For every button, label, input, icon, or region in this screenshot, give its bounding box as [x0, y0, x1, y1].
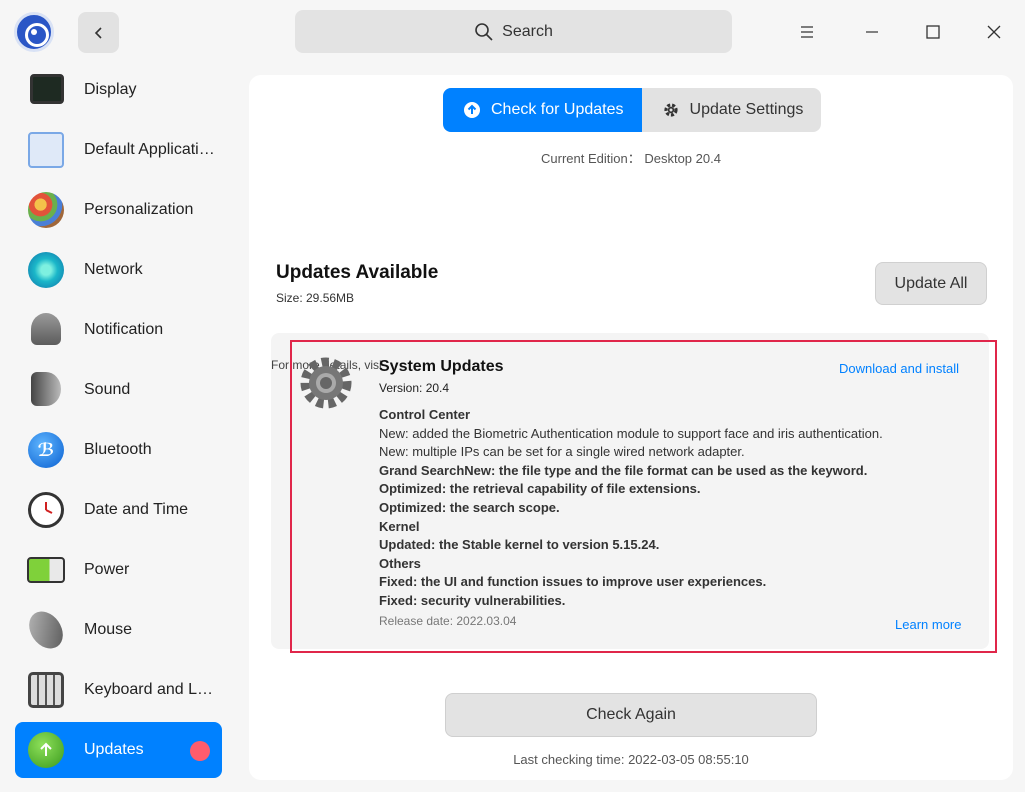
- sidebar-item-default-applications[interactable]: Default Applications: [15, 122, 222, 178]
- sidebar-item-sound[interactable]: Sound: [15, 362, 222, 418]
- tab-update-settings[interactable]: Update Settings: [642, 88, 822, 132]
- updates-size: Size: 29.56MB: [276, 291, 355, 305]
- menu-button[interactable]: [787, 12, 827, 52]
- sidebar-item-power[interactable]: Power: [15, 542, 222, 598]
- bell-icon: [31, 313, 61, 345]
- battery-icon: [27, 557, 65, 583]
- sidebar-item-updates[interactable]: Updates: [15, 722, 222, 778]
- sidebar-item-label: Notification: [84, 321, 164, 338]
- check-again-button[interactable]: Check Again: [445, 693, 817, 737]
- search-icon: [475, 22, 493, 41]
- current-edition: Current Edition： Desktop 20.4: [541, 151, 721, 166]
- bluetooth-icon: ℬ: [28, 432, 64, 468]
- app-logo-icon: [14, 12, 54, 52]
- sidebar-item-label: Date and Time: [84, 501, 189, 518]
- sidebar-item-label: Power: [84, 561, 130, 578]
- tab-label: Update Settings: [689, 101, 804, 118]
- sidebar-item-network[interactable]: Network: [15, 242, 222, 298]
- sidebar-item-label: Keyboard and Language: [84, 681, 219, 698]
- clock-icon: [28, 492, 64, 528]
- tab-check-for-updates[interactable]: Check for Updates: [443, 88, 642, 132]
- sidebar-item-label: Mouse: [84, 621, 133, 638]
- gear-icon: [663, 103, 678, 117]
- sidebar-item-label: Display: [84, 81, 137, 98]
- close-icon: [987, 25, 1001, 39]
- sidebar-item-label: Personalization: [84, 201, 194, 218]
- maximize-icon: [926, 25, 940, 39]
- tab-label: Check for Updates: [491, 101, 624, 118]
- sidebar-item-display[interactable]: Display: [15, 62, 222, 118]
- arrow-up-circle-icon: [464, 102, 480, 118]
- search-placeholder: Search: [502, 22, 553, 40]
- sidebar-item-label: Bluetooth: [84, 441, 152, 458]
- personalization-icon: [28, 192, 64, 228]
- notification-badge: [190, 741, 210, 761]
- sidebar-item-label: Network: [84, 261, 143, 278]
- sidebar-item-label: Default Applications: [84, 141, 219, 158]
- search-input[interactable]: Search: [295, 10, 732, 53]
- sidebar-item-notification[interactable]: Notification: [15, 302, 222, 358]
- minimize-button[interactable]: [852, 12, 892, 52]
- display-icon: [30, 74, 64, 104]
- sidebar-item-mouse[interactable]: Mouse: [15, 602, 222, 658]
- last-checking-time: Last checking time: 2022-03-05 08:55:10: [513, 752, 749, 767]
- network-icon: [28, 252, 64, 288]
- sidebar-item-label: Sound: [84, 381, 131, 398]
- chevron-left-icon: [94, 26, 102, 39]
- default-apps-icon: [28, 132, 64, 168]
- minimize-icon: [866, 31, 878, 33]
- back-button[interactable]: [78, 12, 119, 53]
- title-bar: Search: [0, 0, 1025, 64]
- mouse-icon: [22, 605, 70, 655]
- update-tabs: Check for Updates Update Settings: [443, 88, 822, 132]
- sidebar-item-keyboard-and-language[interactable]: Keyboard and Language: [15, 662, 222, 718]
- sidebar-item-bluetooth[interactable]: ℬ Bluetooth: [15, 422, 222, 478]
- update-all-button[interactable]: Update All: [875, 262, 987, 305]
- sidebar-item-personalization[interactable]: Personalization: [15, 182, 222, 238]
- sidebar-item-date-and-time[interactable]: Date and Time: [15, 482, 222, 538]
- keyboard-icon: [28, 672, 64, 708]
- maximize-button[interactable]: [913, 12, 953, 52]
- update-icon: [28, 732, 64, 768]
- updates-available-title: Updates Available: [276, 262, 439, 283]
- menu-icon: [801, 26, 813, 38]
- close-button[interactable]: [974, 12, 1014, 52]
- speaker-icon: [31, 372, 61, 406]
- highlight-box: [290, 340, 997, 653]
- sidebar: Display Default Applications Personaliza…: [0, 64, 236, 792]
